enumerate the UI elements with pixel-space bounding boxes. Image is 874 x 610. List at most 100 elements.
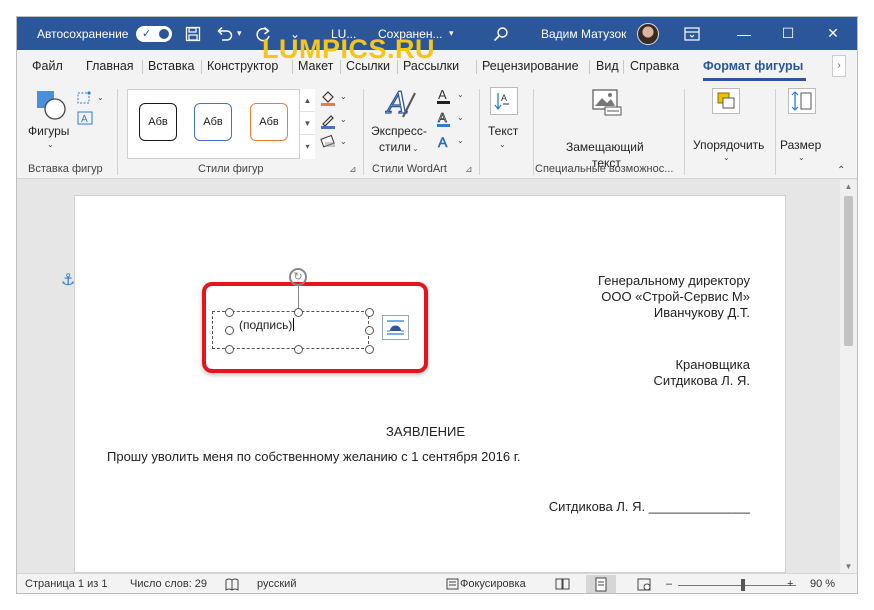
edit-shape-icon[interactable]: [77, 91, 93, 108]
text-fill-dropdown-icon[interactable]: ⌄: [457, 90, 464, 99]
ribbon-display-icon[interactable]: [672, 17, 712, 50]
web-layout-icon[interactable]: [637, 578, 652, 593]
express-styles-label-line1[interactable]: Экспресс-: [371, 124, 427, 138]
tab-file[interactable]: Файл: [32, 59, 63, 73]
scroll-down-icon[interactable]: ▼: [840, 562, 857, 571]
collapse-ribbon-icon[interactable]: ⌃: [837, 165, 845, 176]
shape-style-item[interactable]: Абв: [139, 103, 177, 141]
focus-mode[interactable]: Фокусировка: [460, 578, 526, 590]
resize-handle[interactable]: [294, 345, 303, 354]
wordart-launcher-icon[interactable]: ⊿: [465, 164, 473, 175]
proofing-icon[interactable]: [225, 578, 239, 593]
autosave-check-icon: ✓: [142, 28, 152, 40]
zoom-slider[interactable]: [678, 585, 796, 586]
tab-shape-format[interactable]: Формат фигуры: [703, 59, 803, 73]
shape-outline-dropdown-icon[interactable]: ⌄: [340, 115, 347, 124]
text-effects-icon[interactable]: A: [435, 133, 453, 154]
maximize-button[interactable]: ☐: [766, 17, 810, 50]
text-outline-dropdown-icon[interactable]: ⌄: [457, 113, 464, 122]
language[interactable]: русский: [257, 578, 296, 590]
tab-review[interactable]: Рецензирование: [482, 59, 579, 73]
autosave-toggle[interactable]: ✓: [136, 26, 172, 42]
vertical-scrollbar[interactable]: ▲ ▼: [840, 180, 857, 573]
user-name[interactable]: Вадим Матузок: [541, 17, 626, 50]
word-count[interactable]: Число слов: 29: [130, 578, 207, 590]
svg-text:A: A: [438, 110, 447, 125]
tab-scroll-right-icon[interactable]: ›: [832, 55, 846, 77]
svg-text:A: A: [438, 134, 448, 150]
size-icon[interactable]: [788, 88, 816, 114]
close-button[interactable]: ✕: [811, 17, 855, 50]
zoom-level[interactable]: 90 %: [810, 578, 835, 590]
text-box-icon[interactable]: A: [77, 111, 93, 128]
wordart-icon[interactable]: A: [383, 85, 417, 124]
tab-home[interactable]: Главная: [86, 59, 134, 73]
tab-separator: [201, 60, 202, 74]
group-label-shape-styles: Стили фигур: [198, 163, 264, 175]
scroll-up-icon[interactable]: ▲: [840, 182, 857, 191]
shape-effects-icon[interactable]: [319, 134, 337, 153]
resize-handle[interactable]: [225, 308, 234, 317]
shape-effects-dropdown-icon[interactable]: ⌄: [340, 137, 347, 146]
shape-outline-icon[interactable]: [319, 112, 337, 133]
minimize-button[interactable]: —: [722, 17, 766, 50]
gallery-more-icon[interactable]: ▾: [300, 135, 315, 158]
size-dropdown-icon[interactable]: ⌄: [798, 153, 805, 162]
edit-shape-dropdown-icon[interactable]: ⌄: [97, 93, 104, 102]
resize-handle[interactable]: [225, 326, 234, 335]
gallery-down-icon[interactable]: ▼: [300, 112, 315, 135]
page-count[interactable]: Страница 1 из 1: [25, 578, 107, 590]
print-layout-icon[interactable]: [586, 575, 616, 593]
shapes-icon[interactable]: [35, 89, 67, 124]
text-label[interactable]: Текст: [488, 124, 518, 138]
resize-handle[interactable]: [365, 345, 374, 354]
gallery-up-icon[interactable]: ▲: [300, 89, 315, 112]
undo-dropdown-icon[interactable]: ▾: [237, 17, 242, 50]
shape-style-item[interactable]: Абв: [250, 103, 288, 141]
group-separator: [684, 89, 685, 175]
express-styles-label-line2[interactable]: стили: [379, 140, 411, 154]
text-dropdown-icon[interactable]: ⌄: [499, 140, 506, 149]
zoom-in-button[interactable]: +: [787, 578, 793, 590]
shapes-dropdown-icon[interactable]: ⌄: [47, 140, 54, 149]
size-label[interactable]: Размер: [780, 138, 821, 152]
shape-styles-launcher-icon[interactable]: ⊿: [349, 164, 357, 175]
layout-options-icon[interactable]: [382, 315, 409, 340]
search-icon[interactable]: [493, 17, 509, 50]
rotate-handle-icon[interactable]: ↻: [289, 268, 307, 286]
text-fill-icon[interactable]: A: [435, 87, 453, 108]
zoom-slider-thumb[interactable]: [741, 579, 745, 591]
text-direction-icon[interactable]: A: [490, 87, 518, 115]
shape-fill-icon[interactable]: [319, 89, 337, 110]
read-mode-icon[interactable]: [555, 578, 570, 593]
alt-text-label-line1[interactable]: Замещающий: [566, 140, 644, 154]
resize-handle[interactable]: [365, 308, 374, 317]
focus-icon[interactable]: [446, 578, 459, 593]
shape-text[interactable]: (подпись): [239, 318, 295, 332]
alt-text-icon[interactable]: [591, 87, 623, 120]
tab-help[interactable]: Справка: [630, 59, 679, 73]
document-menu-caret-icon[interactable]: ▾: [449, 17, 454, 50]
resize-handle[interactable]: [225, 345, 234, 354]
undo-icon[interactable]: [216, 17, 234, 50]
shapes-label[interactable]: Фигуры: [28, 124, 69, 138]
anchor-icon[interactable]: ⚓: [61, 270, 75, 290]
text-outline-icon[interactable]: A: [435, 110, 453, 131]
tab-separator: [476, 60, 477, 74]
shape-text-value: (подпись): [239, 318, 293, 332]
arrange-dropdown-icon[interactable]: ⌄: [723, 153, 730, 162]
tab-insert[interactable]: Вставка: [148, 59, 194, 73]
zoom-out-button[interactable]: –: [666, 578, 672, 590]
express-styles-dropdown-icon[interactable]: ⌄: [412, 144, 419, 153]
tab-view[interactable]: Вид: [596, 59, 619, 73]
avatar[interactable]: [637, 23, 659, 45]
resize-handle[interactable]: [365, 326, 374, 335]
text-effects-dropdown-icon[interactable]: ⌄: [457, 136, 464, 145]
shape-style-item[interactable]: Абв: [194, 103, 232, 141]
shape-fill-dropdown-icon[interactable]: ⌄: [340, 92, 347, 101]
resize-handle[interactable]: [294, 308, 303, 317]
save-icon[interactable]: [185, 17, 201, 50]
arrange-label[interactable]: Упорядочить: [693, 138, 764, 152]
arrange-icon[interactable]: [712, 88, 740, 114]
scroll-thumb[interactable]: [844, 196, 853, 346]
